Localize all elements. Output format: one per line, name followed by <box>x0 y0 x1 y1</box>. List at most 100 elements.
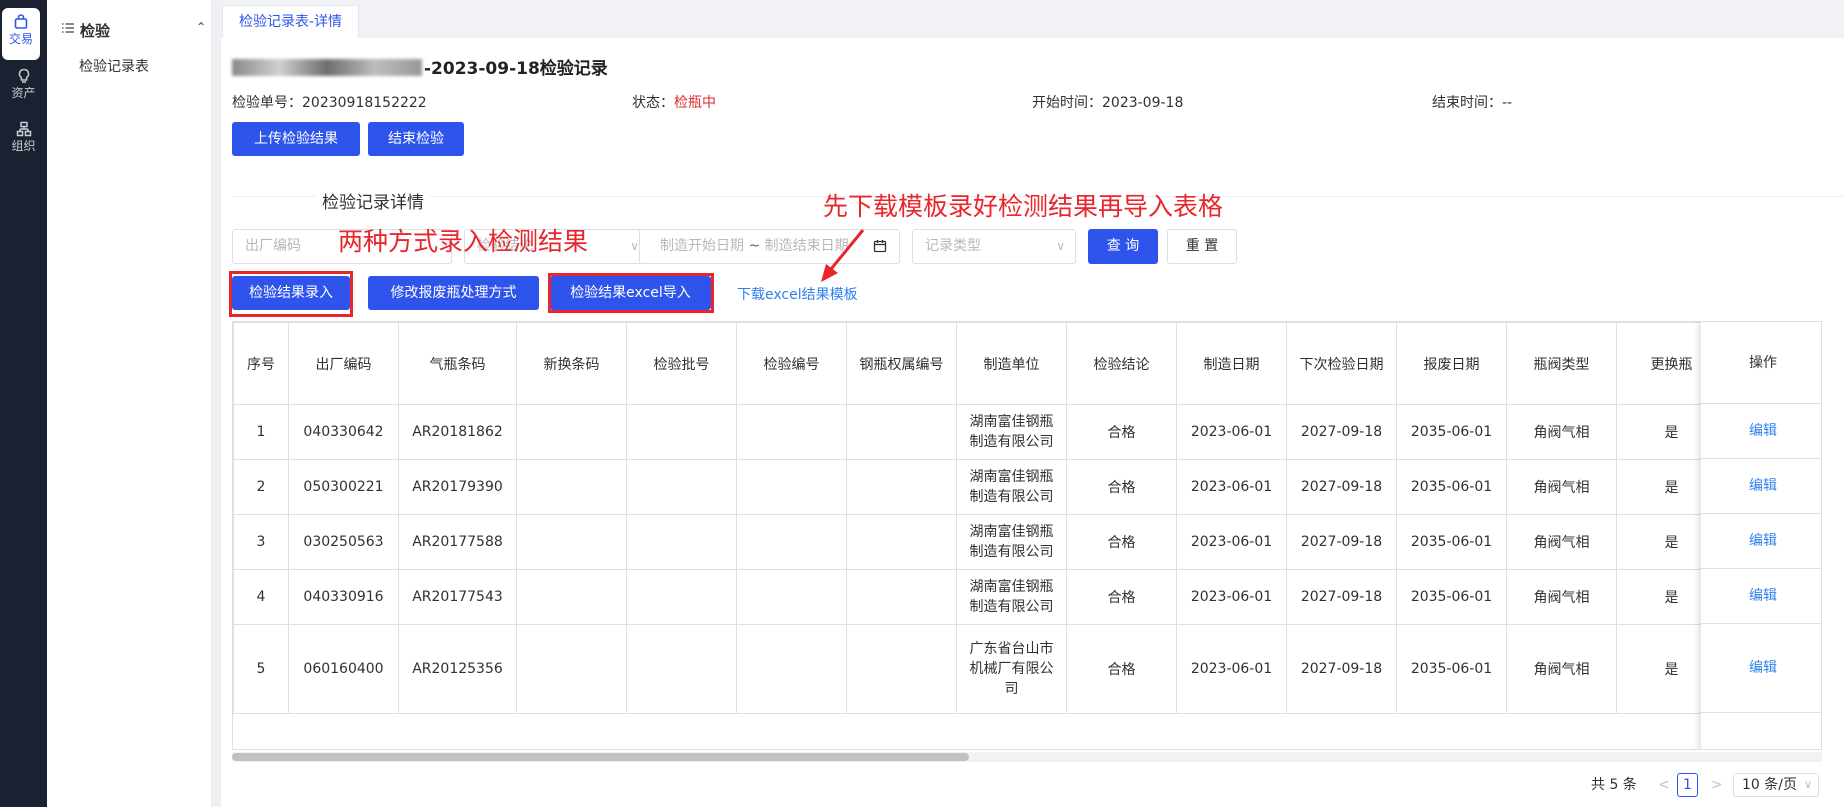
table-cell-owner-no <box>846 459 957 515</box>
meta-label: 状态： <box>632 95 674 111</box>
table-cell-result: 合格 <box>1066 624 1177 714</box>
table-cell-barcode: AR20177543 <box>398 569 517 625</box>
table-row: 4 040330916 AR20177543 湖南富佳钢瓶制造有限公司 合格 2023-0… <box>233 569 1727 625</box>
edit-link[interactable]: 编辑 <box>1701 569 1821 624</box>
table-cell-maker: 湖南富佳钢瓶制造有限公司 <box>956 569 1067 625</box>
table-cell-batch <box>626 624 737 714</box>
table-cell-maker: 湖南富佳钢瓶制造有限公司 <box>956 514 1067 570</box>
records-table: 序号 出厂编码 气瓶条码 新换条码 检验批号 检验编号 钢瓶权属编号 制造单位 检验结论 制造日期… <box>232 321 1822 750</box>
table-cell-valve: 角阀气相 <box>1506 404 1617 460</box>
table-cell-maker: 湖南富佳钢瓶制造有限公司 <box>956 459 1067 515</box>
rail-item-trade[interactable]: 交易 <box>2 8 40 60</box>
meta-label: 检验单号： <box>232 95 302 111</box>
table-row: 3 030250563 AR20177588 湖南富佳钢瓶制造有限公司 合格 2023-0… <box>233 514 1727 570</box>
annotation-two-ways: 两种方式录入检测结果 <box>338 227 589 256</box>
table-cell-made: 2023-06-01 <box>1176 569 1287 625</box>
page-size-select[interactable]: 10 条/页 ∨ <box>1733 773 1819 797</box>
record-type-select[interactable]: 记录类型 ∨ <box>912 229 1076 264</box>
rail-item-label: 资产 <box>11 86 36 100</box>
edit-link[interactable]: 编辑 <box>1701 624 1821 713</box>
table-cell-next: 2027-09-18 <box>1286 404 1397 460</box>
table-cell-next: 2027-09-18 <box>1286 514 1397 570</box>
table-cell-scrap: 2035-06-01 <box>1396 404 1507 460</box>
annotation-download-first: 先下载模板录好检测结果再导入表格 <box>823 192 1224 221</box>
table-cell-result: 合格 <box>1066 514 1177 570</box>
edit-link[interactable]: 编辑 <box>1701 514 1821 569</box>
table-cell-result: 合格 <box>1066 569 1177 625</box>
table-cell-new-code <box>516 404 627 460</box>
column-header: 报废日期 <box>1396 322 1507 405</box>
table-cell-code: 060160400 <box>288 624 399 714</box>
table-cell-barcode: AR20179390 <box>398 459 517 515</box>
page-number-1[interactable]: 1 <box>1677 773 1698 797</box>
column-header: 气瓶条码 <box>398 322 517 405</box>
meta-end-time: 结束时间：-- <box>1432 92 1512 112</box>
operation-header: 操作 <box>1701 322 1821 404</box>
table-cell-scrap: 2035-06-01 <box>1396 569 1507 625</box>
table-cell-valve: 角阀气相 <box>1506 569 1617 625</box>
column-header: 检验编号 <box>736 322 847 405</box>
table-cell-code: 040330642 <box>288 404 399 460</box>
rail-item-assets[interactable]: 资产 <box>0 62 47 114</box>
table-cell-owner-no <box>846 569 957 625</box>
table-cell-no: 2 <box>233 459 289 515</box>
table-cell-insp-no <box>736 514 847 570</box>
table-cell-batch <box>626 514 737 570</box>
column-header: 瓶阀类型 <box>1506 322 1617 405</box>
download-template-link[interactable]: 下载excel结果模板 <box>737 284 858 304</box>
tab-bar: 检验记录表-详情 <box>221 0 1844 38</box>
date-separator: ~ <box>748 238 761 254</box>
edit-link[interactable]: 编辑 <box>1701 404 1821 459</box>
table-cell-owner-no <box>846 624 957 714</box>
org-chart-icon <box>16 121 31 137</box>
query-button[interactable]: 查 询 <box>1088 229 1158 264</box>
table-cell-insp-no <box>736 569 847 625</box>
table-cell-batch <box>626 569 737 625</box>
prev-page-button[interactable]: < <box>1658 773 1670 797</box>
column-header: 出厂编码 <box>288 322 399 405</box>
column-header: 钢瓶权属编号 <box>846 322 957 405</box>
tab-inspection-detail[interactable]: 检验记录表-详情 <box>222 5 360 38</box>
next-page-button[interactable]: > <box>1711 773 1723 797</box>
table-cell-code: 050300221 <box>288 459 399 515</box>
meta-label: 开始时间： <box>1032 95 1102 111</box>
sidebar-item-inspection-records[interactable]: 检验记录表 <box>79 56 149 76</box>
meta-order-no: 检验单号：20230918152222 <box>232 92 427 112</box>
scrollbar-thumb[interactable] <box>232 753 969 761</box>
gutter <box>212 0 221 807</box>
chevron-down-icon: ∨ <box>1056 239 1065 253</box>
table-cell-made: 2023-06-01 <box>1176 459 1287 515</box>
section-title: 检验记录详情 <box>316 188 430 213</box>
sidebar-group-label: 检验 <box>80 22 111 40</box>
table-cell-insp-no <box>736 624 847 714</box>
sidebar-group-inspection[interactable]: 检验 ⌃ <box>61 20 206 40</box>
table-cell-batch <box>626 404 737 460</box>
select-placeholder: 记录类型 <box>925 238 981 254</box>
upload-results-button[interactable]: 上传检验结果 <box>232 122 360 156</box>
meta-label: 结束时间： <box>1432 95 1502 111</box>
edit-link[interactable]: 编辑 <box>1701 459 1821 514</box>
table-cell-no: 1 <box>233 404 289 460</box>
rail-item-org[interactable]: 组织 <box>0 115 47 167</box>
nav-rail: 交易 资产 组织 <box>0 0 47 807</box>
table-cell-maker: 湖南富佳钢瓶制造有限公司 <box>956 404 1067 460</box>
status-badge: 检瓶中 <box>674 95 716 111</box>
rail-item-label: 组织 <box>11 139 36 153</box>
table-cell-valve: 角阀气相 <box>1506 624 1617 714</box>
table-cell-barcode: AR20181862 <box>398 404 517 460</box>
reset-button[interactable]: 重 置 <box>1167 229 1237 264</box>
annotation-box-excel <box>548 273 714 313</box>
table-cell-valve: 角阀气相 <box>1506 459 1617 515</box>
main-content: 检验记录表-详情 -2023-09-18检验记录 检验单号：2023091815… <box>221 0 1844 807</box>
chevron-down-icon: ∨ <box>630 239 639 253</box>
modify-scrap-handling-button[interactable]: 修改报废瓶处理方式 <box>368 276 539 310</box>
column-header: 检验结论 <box>1066 322 1177 405</box>
finish-inspection-button[interactable]: 结束检验 <box>368 122 464 156</box>
table-body: 1 040330642 AR20181862 湖南富佳钢瓶制造有限公司 合格 2023-0… <box>233 404 1727 714</box>
table-cell-next: 2027-09-18 <box>1286 624 1397 714</box>
operation-column: 操作 编辑 编辑 编辑 编辑 编辑 <box>1701 322 1821 749</box>
table-cell-result: 合格 <box>1066 459 1177 515</box>
table-cell-barcode: AR20125356 <box>398 624 517 714</box>
annotation-box-entry <box>229 271 353 317</box>
column-header: 新换条码 <box>516 322 627 405</box>
